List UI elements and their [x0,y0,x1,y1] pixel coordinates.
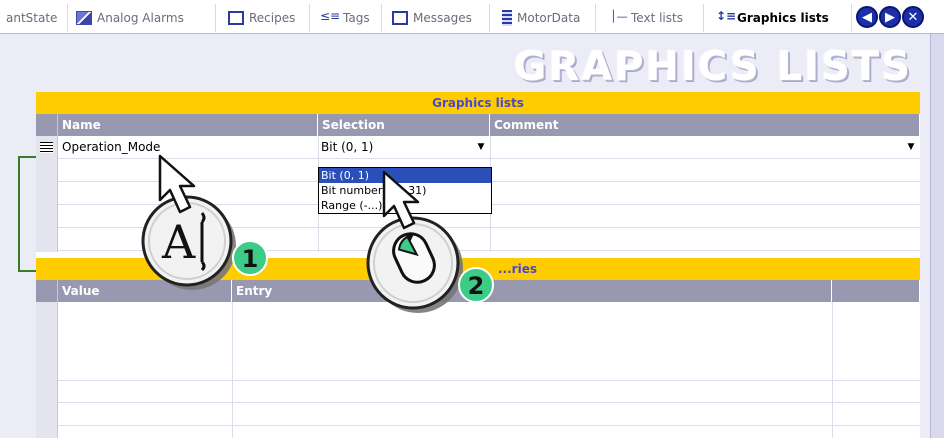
row-header-corner [36,280,58,302]
tab-label: antState [6,11,58,25]
row-indicator-icon [40,142,53,153]
graphics-lists-section-bar: Graphics lists [36,92,920,114]
row-header-corner [36,114,58,136]
tab-label: Analog Alarms [97,11,184,25]
table-row[interactable] [58,380,920,403]
entries-section-bar: ...ries [36,258,920,280]
selection-bracket [18,156,36,272]
comment-dropdown-arrow-icon[interactable]: ▼ [904,138,918,156]
analog-alarm-icon [76,11,92,25]
table-row[interactable] [58,403,920,426]
selection-cell[interactable]: Bit (0, 1) [321,137,373,157]
tab-strip: antState Analog Alarms Recipes Tags Mess… [0,0,944,34]
row-header-column [36,136,58,252]
graphics-lists-editor: GRAPHICS LISTS Graphics lists Name Selec… [0,34,930,438]
row-header-column [36,302,58,438]
tab-label: Messages [413,11,472,25]
column-header-name[interactable]: Name [58,114,318,136]
tab-label: Text lists [631,11,683,25]
column-header-selection[interactable]: Selection [318,114,490,136]
tab-plantstate[interactable]: antState [0,4,68,32]
editor-area: Graphics lists Name Selection Comment Op… [36,92,920,438]
column-header-comment[interactable]: Comment [490,114,920,136]
tab-label: Graphics lists [737,11,829,25]
tab-graphics-lists[interactable]: Graphics lists [710,4,852,32]
right-side-rail[interactable] [930,34,944,438]
column-header-extra[interactable] [832,280,920,302]
table-row[interactable] [58,136,920,159]
graphics-list-icon [716,9,736,25]
window-icon [392,11,408,25]
tab-text-lists[interactable]: Text lists [604,4,704,32]
tab-motordata[interactable]: MotorData [496,4,596,32]
window-icon [228,11,244,25]
tab-label: MotorData [517,11,581,25]
previous-tab-button[interactable]: ◀ [856,6,878,28]
table-row[interactable] [58,228,920,251]
tab-recipes[interactable]: Recipes [222,4,310,32]
next-tab-button[interactable]: ▶ [879,6,901,28]
entries-section-title: ...ries [498,262,537,276]
selection-dropdown-arrow-icon[interactable]: ▼ [474,138,488,156]
tags-icon [320,9,340,25]
column-header-value[interactable]: Value [58,280,232,302]
close-tab-button[interactable]: ✕ [902,6,924,28]
selection-dropdown-list[interactable]: Bit (0, 1) Bit number (0 - 31) Range (-.… [318,167,492,214]
dropdown-option[interactable]: Bit (0, 1) [319,168,491,183]
name-cell[interactable]: Operation_Mode [62,137,160,157]
tab-tags[interactable]: Tags [314,4,382,32]
page-title: GRAPHICS LISTS [513,44,912,90]
document-icon [502,10,512,26]
dropdown-option[interactable]: Bit number (0 - 31) [319,183,491,198]
tab-messages[interactable]: Messages [386,4,490,32]
text-list-icon [610,10,628,25]
tab-label: Tags [343,11,370,25]
tab-analog-alarms[interactable]: Analog Alarms [70,4,216,32]
tab-label: Recipes [249,11,296,25]
dropdown-option[interactable]: Range (-...) [319,198,491,213]
tab-nav-buttons: ◀ ▶ ✕ [856,6,924,28]
column-header-entry[interactable]: Entry [232,280,832,302]
